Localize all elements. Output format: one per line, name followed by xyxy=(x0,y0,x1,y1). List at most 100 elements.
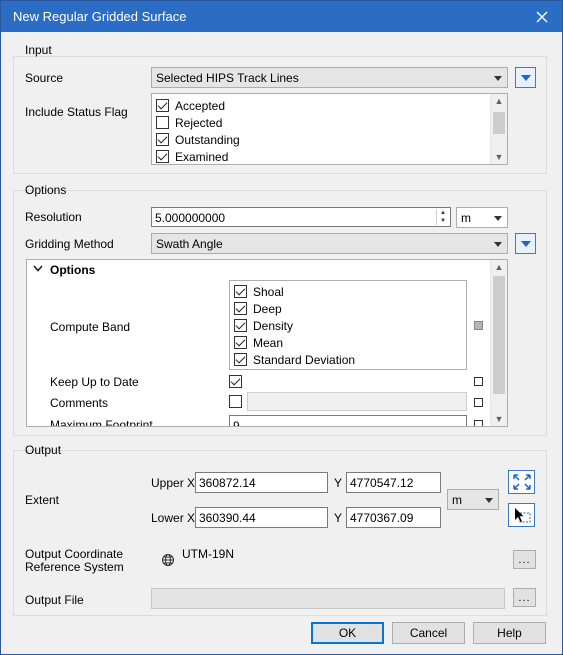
keep-up-to-date-indicator[interactable] xyxy=(474,377,483,386)
browse-label: ... xyxy=(518,553,531,566)
dialog-window: New Regular Gridded Surface Input Source… xyxy=(0,0,563,655)
list-item[interactable]: Rejected xyxy=(156,114,222,131)
max-footprint-value: 9 xyxy=(233,419,240,427)
upper-y-value: 4770547.12 xyxy=(350,476,414,490)
title-bar: New Regular Gridded Surface xyxy=(1,1,562,32)
chevron-down-icon xyxy=(485,498,493,503)
ok-label: OK xyxy=(338,626,357,640)
output-file-label: Output File xyxy=(25,593,84,607)
list-item[interactable]: Shoal xyxy=(234,283,284,300)
checkbox-label: Deep xyxy=(253,301,282,316)
select-area-cursor-icon xyxy=(514,508,530,523)
crs-label-line2: Reference System xyxy=(25,560,124,574)
source-value: Selected HIPS Track Lines xyxy=(156,71,299,85)
globe-icon xyxy=(162,554,174,566)
checkbox-rejected[interactable] xyxy=(156,116,169,129)
upper-x-label: Upper X xyxy=(151,476,196,490)
crs-value: UTM-19N xyxy=(182,547,235,561)
options-panel: Options Compute Band Shoal Deep Density … xyxy=(26,259,508,427)
keep-up-to-date-checkbox[interactable] xyxy=(229,375,242,388)
compute-band-list: Shoal Deep Density Mean Standard Deviati… xyxy=(229,280,467,370)
checkbox-shoal[interactable] xyxy=(234,285,247,298)
close-icon xyxy=(536,11,548,22)
gridding-options-button[interactable] xyxy=(515,233,536,254)
max-footprint-indicator[interactable] xyxy=(474,420,483,426)
close-button[interactable] xyxy=(522,1,562,32)
cancel-button[interactable]: Cancel xyxy=(392,622,465,644)
checkbox-label: Mean xyxy=(253,335,284,350)
checkbox-mean[interactable] xyxy=(234,336,247,349)
crs-label-line1: Output Coordinate xyxy=(25,547,124,561)
collapse-chevron-icon[interactable] xyxy=(33,265,43,273)
scroll-down-icon[interactable]: ▼ xyxy=(491,150,507,164)
scroll-up-icon[interactable]: ▲ xyxy=(491,94,507,108)
spin-up-icon[interactable]: ▲ xyxy=(437,209,449,217)
compute-band-label: Compute Band xyxy=(50,320,131,334)
lower-x-field[interactable]: 360390.44 xyxy=(195,507,328,528)
max-footprint-field[interactable]: 9 xyxy=(229,415,467,427)
crs-browse-button[interactable]: ... xyxy=(513,550,536,569)
checkbox-label: Shoal xyxy=(253,284,284,299)
checkbox-label: Examined xyxy=(175,149,229,164)
ok-button[interactable]: OK xyxy=(311,622,384,644)
lower-y-value: 4770367.09 xyxy=(350,511,414,525)
upper-y-label: Y xyxy=(334,476,343,490)
lower-x-label: Lower X xyxy=(151,511,196,525)
scroll-thumb[interactable] xyxy=(493,276,505,394)
resolution-value: 5.000000000 xyxy=(155,211,226,225)
scroll-down-icon[interactable]: ▼ xyxy=(491,412,507,426)
list-item[interactable]: Outstanding xyxy=(156,131,240,148)
comments-indicator[interactable] xyxy=(474,398,483,407)
upper-x-value: 360872.14 xyxy=(199,476,256,490)
list-item[interactable]: Examined xyxy=(156,148,228,165)
chevron-down-icon xyxy=(494,216,502,221)
source-label: Source xyxy=(25,71,64,85)
list-item[interactable]: Mean xyxy=(234,334,283,351)
gridding-method-dropdown[interactable]: Swath Angle xyxy=(151,233,508,254)
upper-y-field[interactable]: 4770547.12 xyxy=(346,472,441,493)
scroll-up-icon[interactable]: ▲ xyxy=(491,260,507,274)
extent-unit-dropdown[interactable]: m xyxy=(447,489,499,510)
lower-y-field[interactable]: 4770367.09 xyxy=(346,507,441,528)
resolution-stepper[interactable]: ▲ ▼ xyxy=(436,209,449,225)
checkbox-label: Density xyxy=(253,318,294,333)
select-extent-button[interactable] xyxy=(508,503,535,527)
checkbox-density[interactable] xyxy=(234,319,247,332)
expand-arrows-icon xyxy=(512,474,531,490)
help-button[interactable]: Help xyxy=(473,622,546,644)
max-footprint-label: Maximum Footprint xyxy=(50,418,153,427)
list-item[interactable]: Deep xyxy=(234,300,282,317)
compute-band-indicator[interactable] xyxy=(474,321,483,330)
options-panel-title: Options xyxy=(50,263,96,277)
checkbox-accepted[interactable] xyxy=(156,99,169,112)
scroll-thumb[interactable] xyxy=(493,112,505,134)
resolution-unit-dropdown[interactable]: m xyxy=(456,207,508,228)
options-group-title: Options xyxy=(25,183,67,197)
extent-unit-value: m xyxy=(452,493,462,507)
input-group-title: Input xyxy=(25,43,52,57)
status-flag-scrollbar[interactable]: ▲ ▼ xyxy=(490,94,507,164)
gridding-method-value: Swath Angle xyxy=(156,237,223,251)
checkbox-standard-deviation[interactable] xyxy=(234,353,247,366)
comments-checkbox[interactable] xyxy=(229,395,242,408)
comments-field[interactable] xyxy=(247,392,467,411)
spin-down-icon[interactable]: ▼ xyxy=(437,217,449,225)
source-options-button[interactable] xyxy=(515,67,536,88)
output-file-browse-button[interactable]: ... xyxy=(513,588,536,607)
checkbox-outstanding[interactable] xyxy=(156,133,169,146)
output-file-field[interactable] xyxy=(151,588,505,609)
full-extent-button[interactable] xyxy=(508,470,535,494)
list-item[interactable]: Accepted xyxy=(156,97,225,114)
checkbox-deep[interactable] xyxy=(234,302,247,315)
chevron-down-icon xyxy=(494,242,502,247)
status-flag-label: Include Status Flag xyxy=(25,105,128,119)
options-panel-scrollbar[interactable]: ▲ ▼ xyxy=(490,260,507,426)
list-item[interactable]: Density xyxy=(234,317,293,334)
source-dropdown[interactable]: Selected HIPS Track Lines xyxy=(151,67,508,88)
triangle-down-icon xyxy=(520,74,531,81)
checkbox-examined[interactable] xyxy=(156,150,169,163)
upper-x-field[interactable]: 360872.14 xyxy=(195,472,328,493)
resolution-spinbox[interactable]: 5.000000000 ▲ ▼ xyxy=(151,207,451,227)
checkbox-label: Rejected xyxy=(175,115,223,130)
list-item[interactable]: Standard Deviation xyxy=(234,351,355,368)
